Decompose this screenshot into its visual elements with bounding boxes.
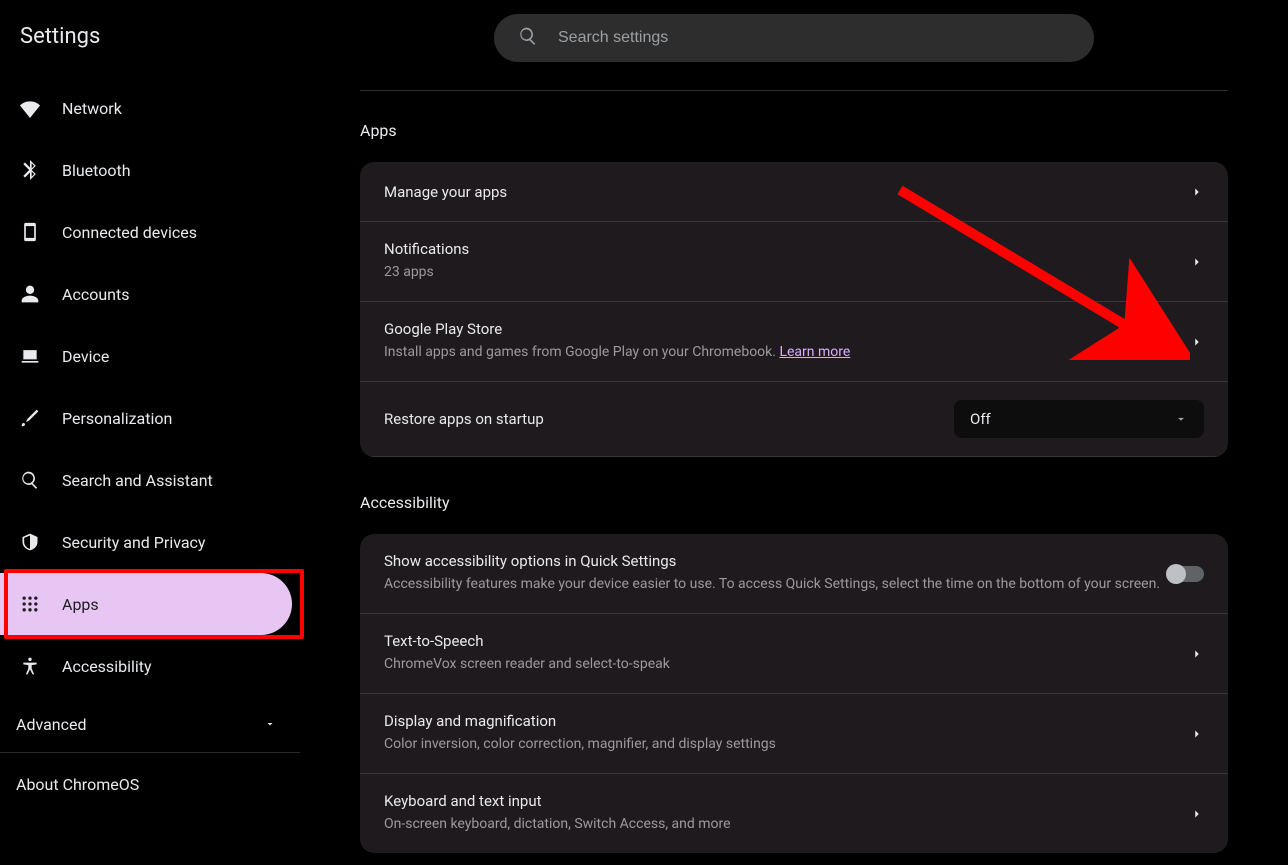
chevron-down-icon [264, 715, 276, 734]
brush-icon [20, 408, 40, 428]
row-keyboard-text-input[interactable]: Keyboard and text input On-screen keyboa… [360, 774, 1228, 853]
section-title-accessibility: Accessibility [360, 493, 1228, 512]
row-title: Manage your apps [384, 183, 1190, 201]
learn-more-link[interactable]: Learn more [779, 344, 850, 360]
sidebar: Settings Network Bluetooth Connected dev… [0, 0, 300, 865]
row-title: Text-to-Speech [384, 632, 1190, 650]
row-google-play-store[interactable]: Google Play Store Install apps and games… [360, 302, 1228, 382]
restore-apps-dropdown[interactable]: Off [954, 400, 1204, 438]
search-bar[interactable] [494, 14, 1094, 62]
row-restore-apps: Restore apps on startup Off [360, 382, 1228, 457]
row-title: Display and magnification [384, 712, 1190, 730]
sidebar-item-apps[interactable]: Apps [0, 573, 292, 635]
sidebar-advanced-toggle[interactable]: Advanced [0, 697, 300, 752]
about-label: About ChromeOS [16, 775, 139, 794]
sidebar-item-network[interactable]: Network [0, 77, 292, 139]
sidebar-about-chromeos[interactable]: About ChromeOS [0, 752, 300, 816]
row-subtitle: Color inversion, color correction, magni… [384, 734, 1190, 755]
search-icon [518, 26, 538, 50]
sidebar-item-label: Security and Privacy [62, 533, 205, 552]
laptop-icon [20, 346, 40, 366]
row-subtitle: Install apps and games from Google Play … [384, 342, 1190, 363]
section-accessibility: Accessibility Show accessibility options… [360, 493, 1228, 853]
sidebar-item-label: Device [62, 347, 109, 366]
chevron-right-icon [1190, 335, 1204, 349]
row-subtitle: Accessibility features make your device … [384, 574, 1168, 595]
sidebar-item-label: Personalization [62, 409, 172, 428]
row-subtitle: On-screen keyboard, dictation, Switch Ac… [384, 814, 1190, 835]
search-icon [20, 470, 40, 490]
apps-card: Manage your apps Notifications 23 apps G… [360, 162, 1228, 457]
sidebar-item-label: Connected devices [62, 223, 197, 242]
sidebar-item-label: Search and Assistant [62, 471, 213, 490]
section-title-apps: Apps [360, 121, 1228, 140]
shield-icon [20, 532, 40, 552]
sidebar-item-connected-devices[interactable]: Connected devices [0, 201, 292, 263]
row-quick-settings: Show accessibility options in Quick Sett… [360, 534, 1228, 614]
row-subtitle: 23 apps [384, 262, 1190, 283]
row-title: Google Play Store [384, 320, 1190, 338]
sidebar-item-label: Apps [62, 595, 99, 614]
quick-settings-toggle[interactable] [1168, 566, 1204, 582]
divider [360, 90, 1228, 91]
main-content: Apps Manage your apps Notifications 23 a… [300, 0, 1288, 865]
search-input[interactable] [558, 29, 1070, 47]
phone-icon [20, 222, 40, 242]
chevron-right-icon [1190, 185, 1204, 199]
chevron-right-icon [1190, 727, 1204, 741]
row-text-to-speech[interactable]: Text-to-Speech ChromeVox screen reader a… [360, 614, 1228, 694]
sidebar-item-label: Accessibility [62, 657, 152, 676]
row-title: Keyboard and text input [384, 792, 1190, 810]
chevron-down-icon [1174, 412, 1188, 426]
sidebar-item-label: Bluetooth [62, 161, 131, 180]
sidebar-item-label: Network [62, 99, 122, 118]
chevron-right-icon [1190, 255, 1204, 269]
wifi-icon [20, 98, 40, 118]
accessibility-card: Show accessibility options in Quick Sett… [360, 534, 1228, 853]
sidebar-item-accessibility[interactable]: Accessibility [0, 635, 292, 697]
sidebar-item-bluetooth[interactable]: Bluetooth [0, 139, 292, 201]
row-title: Notifications [384, 240, 1190, 258]
chevron-right-icon [1190, 647, 1204, 661]
sidebar-item-label: Accounts [62, 285, 129, 304]
sidebar-item-accounts[interactable]: Accounts [0, 263, 292, 325]
row-title: Show accessibility options in Quick Sett… [384, 552, 1168, 570]
dropdown-value: Off [970, 410, 991, 428]
settings-title: Settings [0, 24, 300, 77]
chevron-right-icon [1190, 807, 1204, 821]
sidebar-item-security-privacy[interactable]: Security and Privacy [0, 511, 292, 573]
accessibility-icon [20, 656, 40, 676]
row-display-magnification[interactable]: Display and magnification Color inversio… [360, 694, 1228, 774]
row-notifications[interactable]: Notifications 23 apps [360, 222, 1228, 302]
sidebar-item-personalization[interactable]: Personalization [0, 387, 292, 449]
sidebar-item-device[interactable]: Device [0, 325, 292, 387]
apps-grid-icon [20, 594, 40, 614]
sidebar-item-search-assistant[interactable]: Search and Assistant [0, 449, 292, 511]
advanced-label: Advanced [16, 715, 87, 734]
row-subtitle: ChromeVox screen reader and select-to-sp… [384, 654, 1190, 675]
section-apps: Apps Manage your apps Notifications 23 a… [360, 121, 1228, 457]
row-manage-apps[interactable]: Manage your apps [360, 162, 1228, 222]
bluetooth-icon [20, 160, 40, 180]
person-icon [20, 284, 40, 304]
row-title: Restore apps on startup [384, 410, 954, 428]
